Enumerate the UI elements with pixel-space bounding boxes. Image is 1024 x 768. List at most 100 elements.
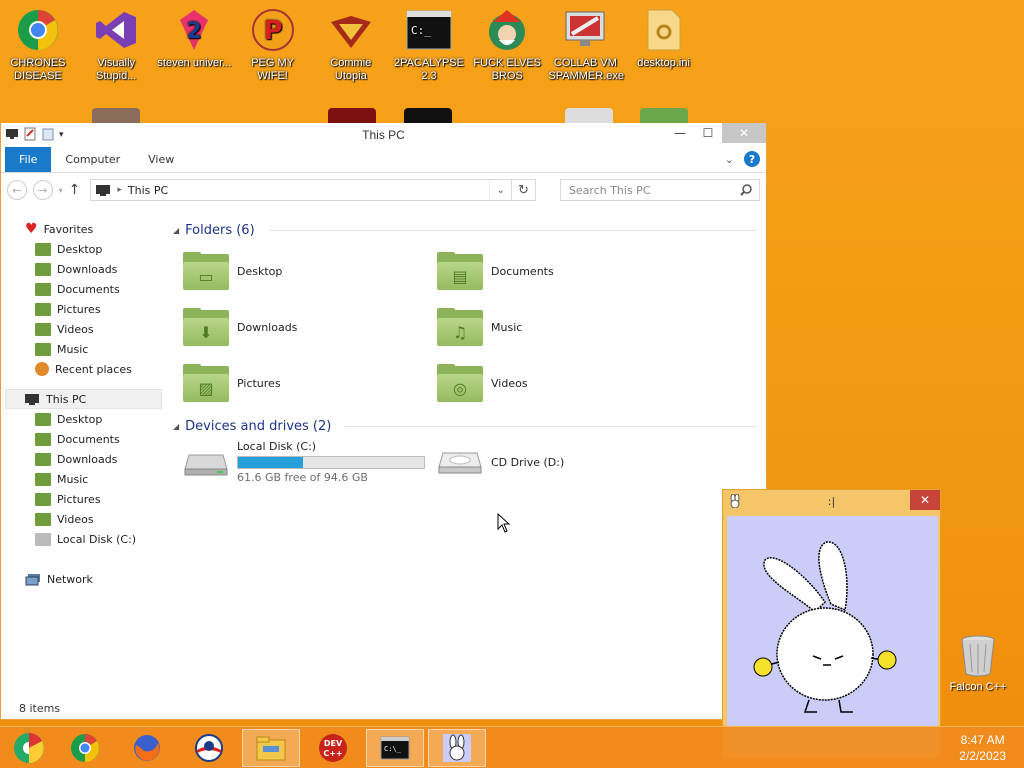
nav-item-recent-places[interactable]: Recent places — [1, 359, 167, 379]
desktop-icon-peek — [640, 108, 688, 124]
folder-tile-downloads[interactable]: ⬇ Downloads — [171, 299, 425, 355]
desktop-icon[interactable]: COLLAB VM SPAMMER.exe — [548, 6, 624, 83]
close-button[interactable]: ✕ — [722, 123, 766, 143]
taskbar-obama-app[interactable] — [180, 729, 238, 767]
nav-item-downloads[interactable]: Downloads — [1, 449, 167, 469]
nav-favorites[interactable]: ♥ Favorites — [1, 219, 167, 239]
folder-tile-pictures[interactable]: ▨ Pictures — [171, 355, 425, 411]
folder-tile-documents[interactable]: ▤ Documents — [425, 243, 679, 299]
popup-title: :| — [827, 494, 836, 508]
folder-icon — [35, 512, 51, 526]
chevron-right-icon: ▸ — [117, 185, 122, 195]
nav-item-desktop[interactable]: Desktop — [1, 239, 167, 259]
desktop-icon[interactable]: desktop.ini — [627, 6, 701, 70]
desktop-icon[interactable]: CHRONES DISEASE — [1, 6, 75, 83]
nav-item-local-disk-c[interactable]: Local Disk (C:) — [1, 529, 167, 549]
nav-label: Videos — [57, 512, 94, 526]
folder-tile-music[interactable]: ♫ Music — [425, 299, 679, 355]
drive-name: Local Disk (C:) — [237, 440, 317, 453]
nav-item-pictures[interactable]: Pictures — [1, 489, 167, 509]
desktop-icon-label: 2PACALYPSE 2.3 — [394, 57, 464, 82]
nav-item-downloads[interactable]: Downloads — [1, 259, 167, 279]
cmd-icon: C:\_ — [380, 736, 410, 760]
folder-icon — [35, 492, 51, 506]
drives-group-header[interactable]: ◢ Devices and drives (2) — [171, 413, 761, 439]
maximize-button[interactable]: ☐ — [694, 123, 722, 143]
drive-local-disk[interactable]: Local Disk (C:) 61.6 GB free of 94.6 GB — [171, 439, 425, 485]
address-dropdown[interactable]: ⌄ — [489, 180, 511, 200]
computer-icon[interactable] — [5, 128, 19, 143]
tab-computer[interactable]: Computer — [51, 147, 134, 172]
nav-this-pc[interactable]: This PC — [5, 389, 162, 409]
taskbar-bunny-app[interactable] — [428, 729, 486, 767]
nav-item-documents[interactable]: Documents — [1, 429, 167, 449]
clock[interactable]: 8:47 AM 2/2/2023 — [959, 732, 1006, 764]
folder-icon — [35, 452, 51, 466]
desktop-icon-recycle-bin[interactable]: Falcon C++ — [948, 634, 1008, 693]
desktop-icon-peek — [92, 108, 140, 124]
campaign-logo-icon — [195, 734, 223, 762]
nav-item-videos[interactable]: Videos — [1, 319, 167, 339]
tab-view[interactable]: View — [134, 147, 188, 172]
bunny-app-icon — [443, 734, 471, 762]
desktop-icon[interactable]: P PEG MY WIFE! — [236, 6, 310, 83]
desktop-icon[interactable]: Commie Utopia — [314, 6, 388, 83]
forward-button[interactable]: → — [32, 180, 53, 200]
taskbar-dev-cpp[interactable]: DEV C++ — [304, 729, 362, 767]
search-input[interactable]: Search This PC — [559, 179, 760, 201]
nav-label: Downloads — [57, 452, 118, 466]
taskbar-file-explorer[interactable] — [242, 729, 300, 767]
nav-item-documents[interactable]: Documents — [1, 279, 167, 299]
drive-cd[interactable]: CD Drive (D:) — [425, 439, 679, 485]
mouse-cursor-icon — [497, 513, 511, 533]
cd-drive-icon — [438, 452, 482, 474]
nav-label: Documents — [57, 282, 120, 296]
title-bar[interactable]: ▾ This PC — ☐ ✕ — [1, 123, 766, 147]
folders-group-header[interactable]: ◢ Folders (6) — [171, 217, 761, 243]
folder-label: Desktop — [237, 264, 283, 278]
expand-ribbon-icon[interactable]: ⌄ — [725, 153, 734, 166]
taskbar-chrome[interactable] — [56, 729, 114, 767]
group-title: Devices and drives (2) — [185, 418, 332, 434]
desktop-icon-peek — [328, 108, 376, 124]
taskbar-firefox[interactable] — [118, 729, 176, 767]
refresh-button[interactable]: ↻ — [512, 179, 536, 201]
minimize-button[interactable]: — — [666, 123, 694, 143]
explorer-window: ▾ This PC — ☐ ✕ File Computer View ⌄ ? ←… — [0, 123, 767, 720]
nav-label: Recent places — [55, 362, 132, 376]
desktop-icon[interactable]: 2 steven univer... — [157, 6, 231, 70]
desktop-icon[interactable]: C:_ 2PACALYPSE 2.3 — [392, 6, 466, 83]
help-icon[interactable]: ? — [744, 151, 760, 167]
nav-item-music[interactable]: Music — [1, 469, 167, 489]
network-icon — [25, 573, 40, 585]
properties-icon[interactable] — [23, 127, 37, 144]
nav-item-music[interactable]: Music — [1, 339, 167, 359]
desktop-icon[interactable]: Visually Stupid... — [79, 6, 153, 83]
nav-item-pictures[interactable]: Pictures — [1, 299, 167, 319]
nav-label: Music — [57, 472, 89, 486]
taskbar-command-prompt[interactable]: C:\_ — [366, 729, 424, 767]
content-pane: ◢ Folders (6) ▭ Desktop ▤ Documents ⬇ Downloa… — [171, 213, 761, 485]
nav-item-videos[interactable]: Videos — [1, 509, 167, 529]
address-bar[interactable]: ▸ This PC ⌄ — [90, 179, 513, 201]
folder-label: Music — [491, 320, 523, 334]
nav-item-desktop[interactable]: Desktop — [1, 409, 167, 429]
back-button[interactable]: ← — [7, 180, 27, 200]
new-folder-icon[interactable] — [41, 127, 55, 144]
popup-close-button[interactable]: ✕ — [910, 490, 940, 510]
desktop-icon-peek — [404, 108, 452, 124]
folder-tile-videos[interactable]: ◎ Videos — [425, 355, 679, 411]
recent-locations-icon[interactable]: ▾ — [59, 186, 63, 195]
start-button[interactable] — [0, 729, 58, 767]
up-button[interactable]: ↑ — [69, 182, 81, 198]
tab-file[interactable]: File — [5, 147, 52, 172]
chevron-down-icon[interactable]: ▾ — [59, 130, 64, 140]
desktop-icon[interactable]: FUCK ELVES BROS — [470, 6, 544, 83]
folder-label: Pictures — [237, 376, 281, 390]
popup-title-bar[interactable]: :| ✕ — [723, 490, 940, 512]
chrome-icon — [71, 734, 99, 762]
nav-label: Downloads — [57, 262, 118, 276]
nav-network[interactable]: Network — [1, 569, 167, 589]
folder-tile-desktop[interactable]: ▭ Desktop — [171, 243, 425, 299]
desktop-icon-label: steven univer... — [157, 57, 232, 69]
